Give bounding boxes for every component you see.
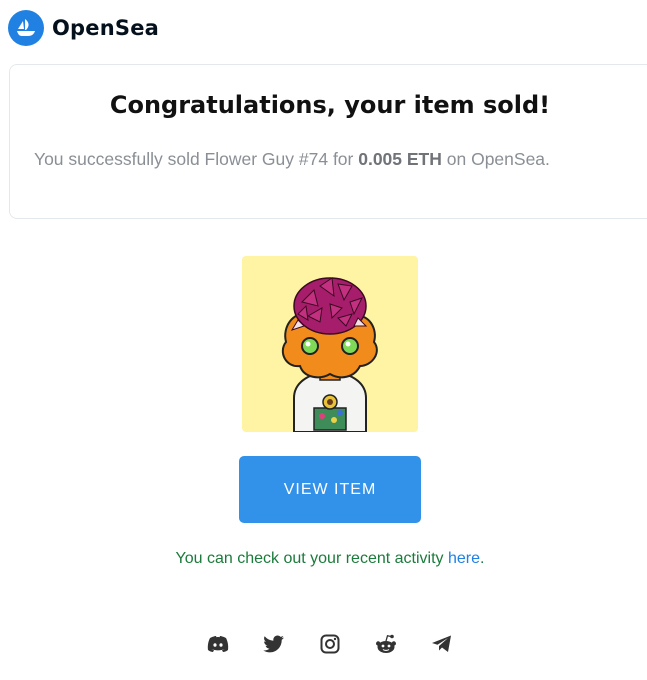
social-links (206, 632, 454, 656)
brand-name[interactable]: OpenSea (52, 16, 159, 40)
activity-link[interactable]: here (448, 550, 480, 567)
opensea-logo-icon[interactable] (8, 10, 44, 46)
sale-confirmation-card: Congratulations, your item sold! You suc… (9, 64, 647, 219)
twitter-icon[interactable] (262, 632, 286, 656)
nft-flower-guy-image (242, 256, 418, 432)
header: OpenSea (8, 10, 159, 46)
page-title: Congratulations, your item sold! (109, 91, 551, 119)
instagram-icon[interactable] (318, 632, 342, 656)
activity-text-suffix: . (480, 550, 485, 567)
sale-message-suffix: on OpenSea. (441, 149, 550, 169)
telegram-icon[interactable] (430, 632, 454, 656)
view-item-button[interactable]: VIEW ITEM (239, 456, 421, 523)
sale-message-prefix: You successfully sold Flower Guy #74 for (34, 149, 359, 169)
activity-text-prefix: You can check out your recent activity (175, 550, 448, 567)
activity-text: You can check out your recent activity h… (0, 550, 647, 568)
sale-message: You successfully sold Flower Guy #74 for… (34, 149, 550, 170)
reddit-icon[interactable] (374, 632, 398, 656)
sale-price: 0.005 ETH (358, 149, 442, 169)
discord-icon[interactable] (206, 632, 230, 656)
